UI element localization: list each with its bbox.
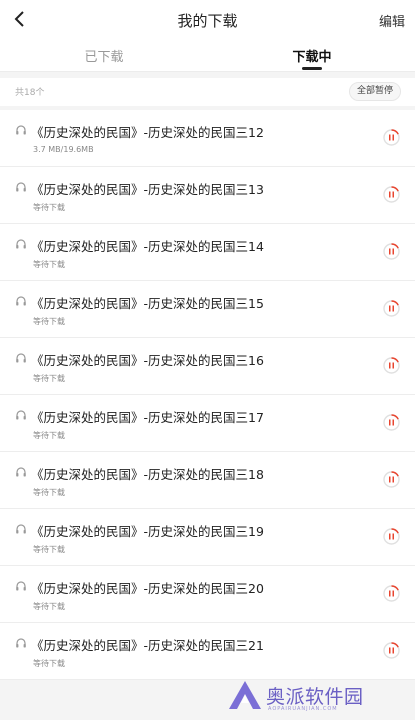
- headphone-icon: [16, 296, 26, 306]
- pause-icon[interactable]: [383, 528, 400, 545]
- download-item[interactable]: 《历史深处的民国》-历史深处的民国三21 等待下载: [0, 623, 415, 680]
- item-title: 《历史深处的民国》-历史深处的民国三21: [31, 638, 264, 653]
- download-item[interactable]: 《历史深处的民国》-历史深处的民国三17 等待下载: [0, 395, 415, 452]
- download-item[interactable]: 《历史深处的民国》-历史深处的民国三19 等待下载: [0, 509, 415, 566]
- item-title: 《历史深处的民国》-历史深处的民国三17: [31, 410, 264, 425]
- watermark-text: 奥派软件园: [266, 686, 364, 708]
- tab-bar: 已下载 下载中: [0, 38, 415, 72]
- active-tab-indicator: [302, 67, 322, 70]
- headphone-icon: [16, 353, 26, 363]
- download-item[interactable]: 《历史深处的民国》-历史深处的民国三15 等待下载: [0, 281, 415, 338]
- download-item[interactable]: 《历史深处的民国》-历史深处的民国三12 3.7 MB/19.6MB: [0, 110, 415, 167]
- download-item[interactable]: 《历史深处的民国》-历史深处的民国三14 等待下载: [0, 224, 415, 281]
- pause-icon[interactable]: [383, 357, 400, 374]
- download-item[interactable]: 《历史深处的民国》-历史深处的民国三13 等待下载: [0, 167, 415, 224]
- item-title: 《历史深处的民国》-历史深处的民国三18: [31, 467, 264, 482]
- download-item[interactable]: 《历史深处的民国》-历史深处的民国三18 等待下载: [0, 452, 415, 509]
- item-title: 《历史深处的民国》-历史深处的民国三15: [31, 296, 264, 311]
- pause-icon[interactable]: [383, 129, 400, 146]
- headphone-icon: [16, 125, 26, 135]
- tab-downloading[interactable]: 下载中: [252, 46, 372, 65]
- item-status: 等待下载: [33, 659, 65, 668]
- download-item[interactable]: 《历史深处的民国》-历史深处的民国三16 等待下载: [0, 338, 415, 395]
- item-title: 《历史深处的民国》-历史深处的民国三19: [31, 524, 264, 539]
- headphone-icon: [16, 410, 26, 420]
- headphone-icon: [16, 581, 26, 591]
- pause-icon[interactable]: [383, 414, 400, 431]
- item-title: 《历史深处的民国》-历史深处的民国三13: [31, 182, 264, 197]
- watermark-subtext: AOPAIRUANJIAN.COM: [268, 706, 338, 712]
- pause-all-button[interactable]: 全部暂停: [348, 82, 401, 101]
- item-status: 等待下载: [33, 488, 65, 497]
- item-status: 等待下载: [33, 602, 65, 611]
- item-title: 《历史深处的民国》-历史深处的民国三16: [31, 353, 264, 368]
- item-status: 等待下载: [33, 374, 65, 383]
- pause-icon[interactable]: [383, 471, 400, 488]
- page-title: 我的下载: [177, 12, 238, 30]
- item-status: 3.7 MB/19.6MB: [33, 145, 94, 154]
- headphone-icon: [16, 182, 26, 192]
- watermark: 奥派软件园 AOPAIRUANJIAN.COM: [228, 678, 406, 718]
- item-status: 等待下载: [33, 203, 65, 212]
- item-status: 等待下载: [33, 545, 65, 554]
- headphone-icon: [16, 638, 26, 648]
- download-item[interactable]: 《历史深处的民国》-历史深处的民国三20 等待下载: [0, 566, 415, 623]
- download-summary-bar: 共18个 全部暂停: [0, 78, 415, 106]
- item-status: 等待下载: [33, 260, 65, 269]
- item-title: 《历史深处的民国》-历史深处的民国三12: [31, 125, 264, 140]
- pause-icon[interactable]: [383, 585, 400, 602]
- pause-icon[interactable]: [383, 186, 400, 203]
- pause-icon[interactable]: [383, 243, 400, 260]
- headphone-icon: [16, 467, 26, 477]
- item-title: 《历史深处的民国》-历史深处的民国三20: [31, 581, 264, 596]
- item-count: 共18个: [15, 88, 45, 98]
- tab-downloaded[interactable]: 已下载: [44, 46, 164, 65]
- item-status: 等待下载: [33, 431, 65, 440]
- item-status: 等待下载: [33, 317, 65, 326]
- edit-button[interactable]: 编辑: [379, 11, 405, 30]
- download-list: 《历史深处的民国》-历史深处的民国三12 3.7 MB/19.6MB 《历史深处的民…: [0, 110, 415, 680]
- app-header: 我的下载 编辑: [0, 0, 415, 38]
- pause-icon[interactable]: [383, 642, 400, 659]
- headphone-icon: [16, 524, 26, 534]
- pause-icon[interactable]: [383, 300, 400, 317]
- watermark-logo-icon: [229, 681, 261, 709]
- headphone-icon: [16, 239, 26, 249]
- item-title: 《历史深处的民国》-历史深处的民国三14: [31, 239, 264, 254]
